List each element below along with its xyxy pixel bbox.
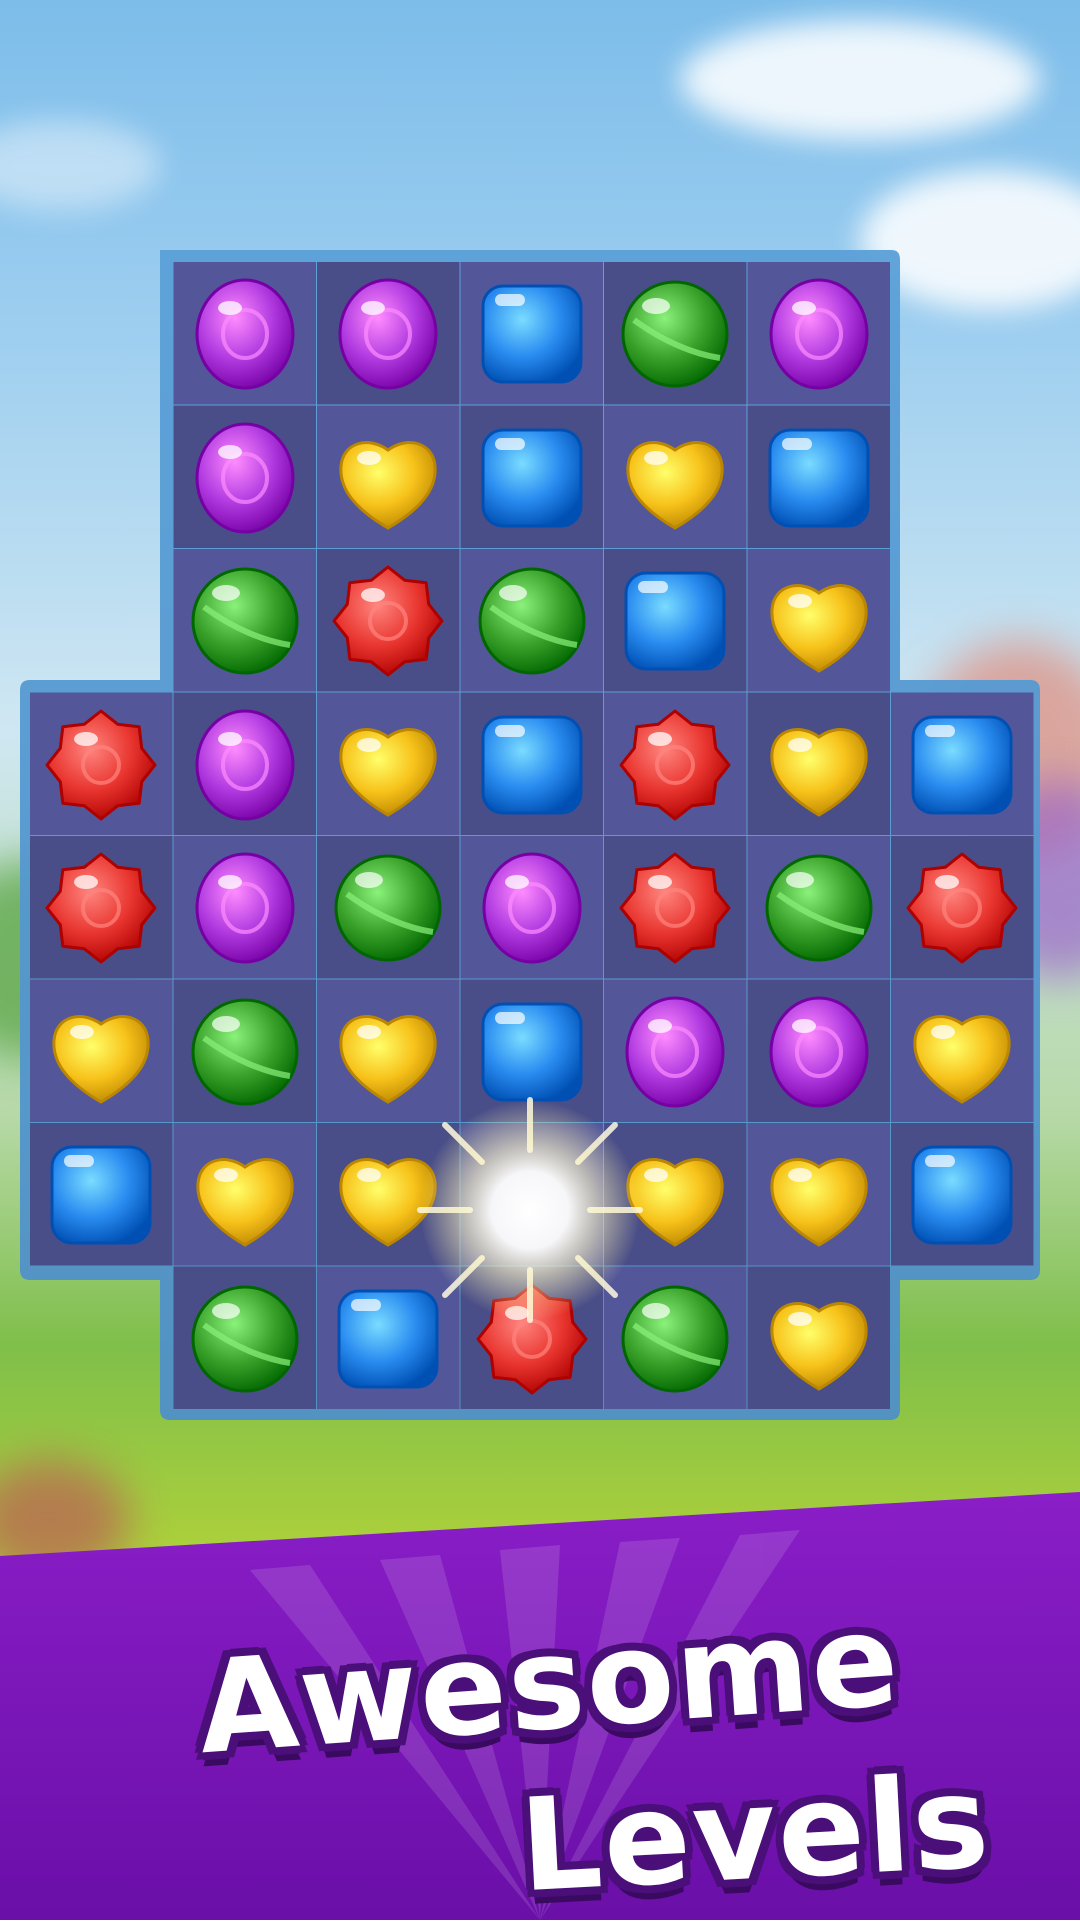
purple-candy-icon[interactable] bbox=[174, 406, 317, 549]
title-line-levels: Levels bbox=[516, 1747, 995, 1921]
purple-candy-icon[interactable] bbox=[748, 262, 891, 405]
blue-candy-icon[interactable] bbox=[891, 1123, 1034, 1266]
green-candy-icon[interactable] bbox=[174, 980, 317, 1123]
red-candy-icon[interactable] bbox=[317, 549, 460, 692]
yellow-candy-icon[interactable] bbox=[317, 980, 460, 1123]
green-candy-icon[interactable] bbox=[174, 1267, 317, 1410]
yellow-candy-icon[interactable] bbox=[891, 980, 1034, 1123]
green-candy-icon[interactable] bbox=[461, 549, 604, 692]
red-candy-icon[interactable] bbox=[30, 693, 173, 836]
purple-candy-icon[interactable] bbox=[174, 693, 317, 836]
yellow-candy-icon[interactable] bbox=[317, 1123, 460, 1266]
green-candy-icon[interactable] bbox=[604, 262, 747, 405]
green-candy-icon[interactable] bbox=[317, 836, 460, 979]
yellow-candy-icon[interactable] bbox=[30, 980, 173, 1123]
blue-candy-icon[interactable] bbox=[461, 980, 604, 1123]
yellow-candy-icon[interactable] bbox=[604, 406, 747, 549]
blue-candy-icon[interactable] bbox=[891, 693, 1034, 836]
red-candy-icon[interactable] bbox=[604, 836, 747, 979]
green-candy-icon[interactable] bbox=[604, 1267, 747, 1410]
purple-candy-icon[interactable] bbox=[604, 980, 747, 1123]
yellow-candy-icon[interactable] bbox=[748, 1267, 891, 1410]
yellow-candy-icon[interactable] bbox=[748, 693, 891, 836]
blue-candy-icon[interactable] bbox=[30, 1123, 173, 1266]
red-candy-icon[interactable] bbox=[30, 836, 173, 979]
red-candy-icon[interactable] bbox=[461, 1267, 604, 1410]
yellow-candy-icon[interactable] bbox=[174, 1123, 317, 1266]
yellow-candy-icon[interactable] bbox=[317, 406, 460, 549]
yellow-candy-icon[interactable] bbox=[317, 693, 460, 836]
blue-candy-icon[interactable] bbox=[461, 406, 604, 549]
blue-candy-icon[interactable] bbox=[604, 549, 747, 692]
yellow-candy-icon[interactable] bbox=[748, 1123, 891, 1266]
green-candy-icon[interactable] bbox=[174, 549, 317, 692]
green-candy-icon[interactable] bbox=[748, 836, 891, 979]
red-candy-icon[interactable] bbox=[604, 693, 747, 836]
yellow-candy-icon[interactable] bbox=[604, 1123, 747, 1266]
purple-candy-icon[interactable] bbox=[748, 980, 891, 1123]
yellow-candy-icon[interactable] bbox=[748, 549, 891, 692]
blue-candy-icon[interactable] bbox=[461, 262, 604, 405]
purple-candy-icon[interactable] bbox=[317, 262, 460, 405]
purple-candy-icon[interactable] bbox=[461, 836, 604, 979]
purple-candy-icon[interactable] bbox=[174, 262, 317, 405]
red-candy-icon[interactable] bbox=[891, 836, 1034, 979]
blue-candy-icon[interactable] bbox=[748, 406, 891, 549]
blue-candy-icon[interactable] bbox=[461, 693, 604, 836]
purple-candy-icon[interactable] bbox=[174, 836, 317, 979]
blue-candy-icon[interactable] bbox=[317, 1267, 460, 1410]
